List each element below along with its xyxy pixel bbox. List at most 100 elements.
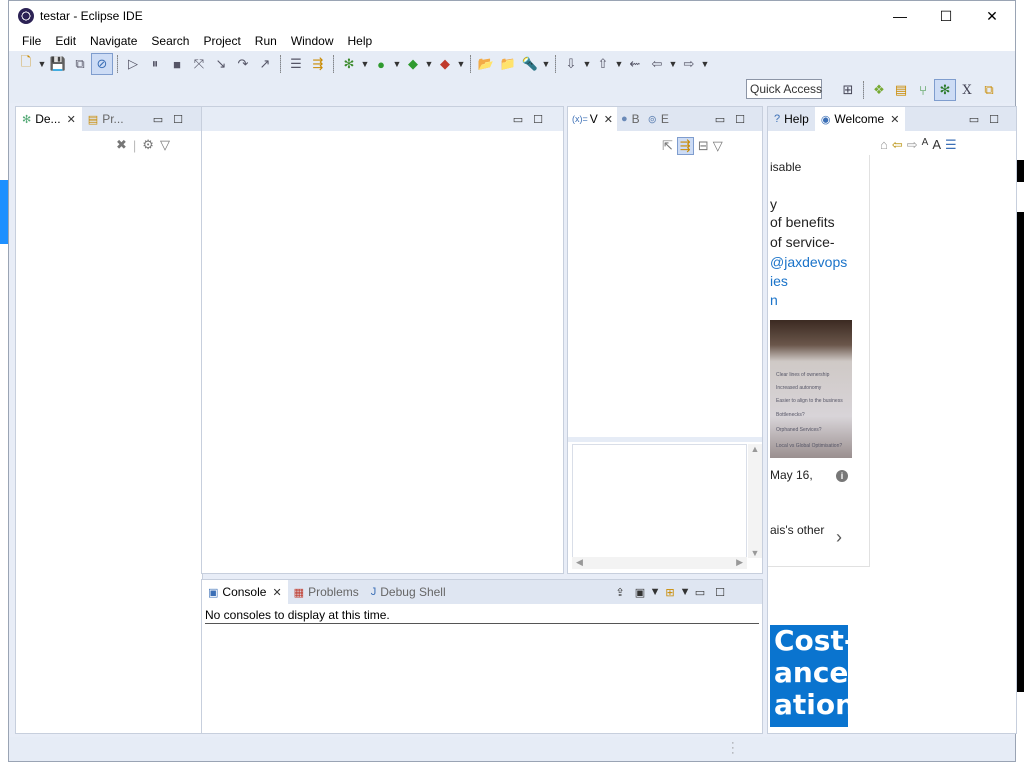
tab-help[interactable]: ? Help bbox=[768, 107, 815, 131]
menu-navigate[interactable]: Navigate bbox=[83, 34, 144, 48]
menu-window[interactable]: Window bbox=[284, 34, 341, 48]
java-perspective-icon[interactable]: ⧉ bbox=[978, 79, 1000, 101]
card-link-1[interactable]: @jaxdevops bbox=[770, 254, 847, 270]
next-annotation-icon[interactable]: ⇩ bbox=[560, 53, 582, 75]
minimize-button[interactable]: — bbox=[877, 1, 923, 31]
show-type-names-icon[interactable]: ⇱ bbox=[662, 138, 673, 154]
new-icon[interactable]: 🗋 bbox=[15, 53, 37, 75]
pin-console-icon[interactable]: ⇪ bbox=[610, 584, 630, 600]
close-icon[interactable]: ✕ bbox=[890, 113, 899, 126]
suspend-icon[interactable]: ⏸ bbox=[144, 53, 166, 75]
step-over-icon[interactable]: ↷ bbox=[232, 53, 254, 75]
card-link-2[interactable]: ies bbox=[770, 273, 788, 289]
new-dropdown-icon[interactable]: ▼ bbox=[37, 59, 47, 69]
external-tools-icon[interactable]: ◆ bbox=[434, 53, 456, 75]
drop-to-frame-icon[interactable]: ⇶ bbox=[307, 53, 329, 75]
close-icon[interactable]: ✕ bbox=[67, 113, 76, 126]
remove-all-terminated-icon[interactable]: ✖ bbox=[116, 137, 127, 153]
xml-perspective-icon[interactable]: X bbox=[956, 79, 978, 101]
card-link-3[interactable]: n bbox=[770, 292, 778, 308]
scroll-right-icon[interactable]: ▶ bbox=[736, 557, 743, 569]
coverage-icon[interactable]: ◆ bbox=[402, 53, 424, 75]
news-card[interactable]: isable y of benefits of service- @jaxdev… bbox=[768, 155, 870, 567]
scroll-left-icon[interactable]: ◀ bbox=[576, 557, 583, 569]
home-icon[interactable]: ⌂ bbox=[880, 137, 888, 153]
debug-perspective-icon[interactable]: ✻ bbox=[934, 79, 956, 101]
maximize-view-icon[interactable]: ☐ bbox=[168, 111, 188, 127]
back-dropdown-icon[interactable]: ▼ bbox=[668, 59, 678, 69]
details-sash[interactable] bbox=[568, 437, 762, 442]
maximize-view-icon[interactable]: ☐ bbox=[528, 111, 548, 127]
search-dropdown-icon[interactable]: ▼ bbox=[541, 59, 551, 69]
menu-run[interactable]: Run bbox=[248, 34, 284, 48]
show-logical-structure-icon[interactable]: ⇶ bbox=[676, 137, 694, 155]
next-annotation-dropdown-icon[interactable]: ▼ bbox=[582, 59, 592, 69]
presentation-photo[interactable]: Clear lines of ownership Increased auton… bbox=[770, 320, 852, 458]
close-icon[interactable]: ✕ bbox=[604, 113, 613, 126]
details-vertical-scrollbar[interactable]: ▲ ▼ bbox=[748, 444, 762, 558]
java-ee-perspective-icon[interactable]: ❖ bbox=[868, 79, 890, 101]
info-icon[interactable]: i bbox=[836, 470, 848, 482]
run-icon[interactable]: ● bbox=[370, 53, 392, 75]
menu-file[interactable]: File bbox=[15, 34, 48, 48]
welcome-page-content[interactable]: isable y of benefits of service- @jaxdev… bbox=[768, 155, 1018, 735]
scroll-up-icon[interactable]: ▲ bbox=[748, 444, 762, 454]
tab-breakpoints[interactable]: ● B bbox=[617, 107, 644, 131]
menu-help[interactable]: Help bbox=[341, 34, 380, 48]
scroll-down-icon[interactable]: ▼ bbox=[748, 548, 762, 558]
details-horizontal-scrollbar[interactable]: ◀ ▶ bbox=[572, 557, 747, 569]
previous-annotation-icon[interactable]: ⇧ bbox=[592, 53, 614, 75]
maximize-view-icon[interactable]: ☐ bbox=[984, 111, 1004, 127]
tab-project-explorer[interactable]: ▤ Pr... bbox=[82, 107, 130, 131]
step-return-icon[interactable]: ↗ bbox=[254, 53, 276, 75]
last-edit-location-icon[interactable]: ⇜ bbox=[624, 53, 646, 75]
display-console-icon[interactable]: ▣ bbox=[630, 584, 650, 600]
coverage-dropdown-icon[interactable]: ▼ bbox=[424, 59, 434, 69]
maximize-view-icon[interactable]: ☐ bbox=[710, 584, 730, 600]
open-folder-icon[interactable]: 📁 bbox=[497, 53, 519, 75]
disconnect-icon[interactable]: ⤧ bbox=[188, 53, 210, 75]
forward-icon[interactable]: ⇨ bbox=[678, 53, 700, 75]
back-icon[interactable]: ⇦ bbox=[892, 137, 903, 153]
maximize-view-icon[interactable]: ☐ bbox=[730, 111, 750, 127]
menu-project[interactable]: Project bbox=[196, 34, 247, 48]
debug-dropdown-icon[interactable]: ▼ bbox=[360, 59, 370, 69]
tab-variables[interactable]: (x)= V ✕ bbox=[568, 107, 617, 131]
collapse-icon[interactable]: ⚙ bbox=[142, 137, 154, 153]
resume-icon[interactable]: ▷ bbox=[122, 53, 144, 75]
view-menu-icon[interactable]: ▽ bbox=[713, 138, 723, 154]
decrease-font-icon[interactable]: A bbox=[922, 137, 929, 153]
more-posts-link[interactable]: ais's other bbox=[770, 523, 824, 537]
search-icon[interactable]: 🔦 bbox=[519, 53, 541, 75]
tab-expressions[interactable]: ⊚ E bbox=[644, 107, 673, 131]
minimize-view-icon[interactable]: ▭ bbox=[690, 584, 710, 600]
increase-font-icon[interactable]: A bbox=[932, 137, 941, 153]
close-button[interactable]: ✕ bbox=[969, 1, 1015, 31]
tab-debug[interactable]: ✻ De... ✕ bbox=[16, 107, 82, 131]
menu-search[interactable]: Search bbox=[144, 34, 196, 48]
variable-details-pane[interactable] bbox=[572, 444, 747, 558]
display-console-dropdown-icon[interactable]: ▼ bbox=[650, 584, 661, 600]
resource-perspective-icon[interactable]: ▤ bbox=[890, 79, 912, 101]
git-perspective-icon[interactable]: ⑂ bbox=[912, 79, 934, 101]
minimize-view-icon[interactable]: ▭ bbox=[964, 111, 984, 127]
open-console-icon[interactable]: ⊞ bbox=[660, 584, 680, 600]
forward-icon[interactable]: ⇨ bbox=[907, 137, 918, 153]
quick-access-input[interactable]: Quick Access bbox=[746, 79, 822, 99]
chevron-right-icon[interactable]: › bbox=[836, 527, 842, 548]
tab-problems[interactable]: ▦ Problems bbox=[288, 580, 365, 604]
minimize-view-icon[interactable]: ▭ bbox=[710, 111, 730, 127]
save-icon[interactable]: 💾 bbox=[47, 53, 69, 75]
tab-welcome[interactable]: ◉ Welcome ✕ bbox=[814, 107, 906, 131]
tab-console[interactable]: ▣ Console ✕ bbox=[202, 580, 288, 604]
maximize-button[interactable]: ☐ bbox=[923, 1, 969, 31]
skip-breakpoints-icon[interactable]: ⊘ bbox=[91, 53, 113, 75]
run-dropdown-icon[interactable]: ▼ bbox=[392, 59, 402, 69]
use-step-filters-icon[interactable]: ☰ bbox=[285, 53, 307, 75]
collapse-all-icon[interactable]: ⊟ bbox=[698, 138, 709, 154]
open-console-dropdown-icon[interactable]: ▼ bbox=[680, 584, 691, 600]
back-icon[interactable]: ⇦ bbox=[646, 53, 668, 75]
minimize-view-icon[interactable]: ▭ bbox=[148, 111, 168, 127]
previous-annotation-dropdown-icon[interactable]: ▼ bbox=[614, 59, 624, 69]
promo-banner[interactable]: Cost- ance ations ... bbox=[770, 625, 848, 727]
